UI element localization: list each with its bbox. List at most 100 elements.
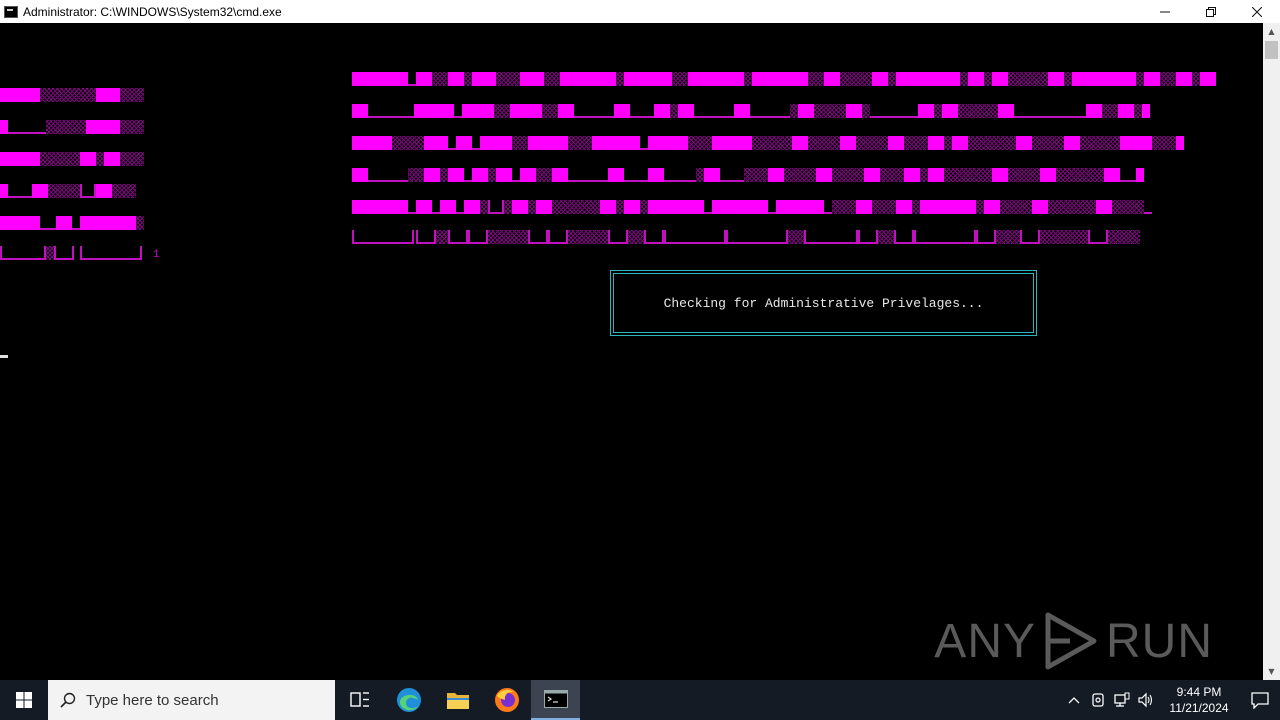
banner-shade bbox=[480, 200, 488, 214]
banner-block bbox=[352, 72, 408, 86]
banner-line bbox=[512, 168, 520, 182]
banner-shade bbox=[862, 104, 870, 118]
notification-center-button[interactable] bbox=[1240, 691, 1280, 709]
firefox-taskbar-button[interactable] bbox=[482, 680, 531, 720]
edge-taskbar-button[interactable] bbox=[384, 680, 433, 720]
banner-line bbox=[408, 200, 416, 214]
banner-block bbox=[712, 136, 752, 150]
banner-block bbox=[654, 104, 670, 118]
banner-line bbox=[80, 184, 96, 198]
cmd-taskbar-button[interactable] bbox=[531, 680, 580, 720]
banner-shade bbox=[1152, 136, 1176, 150]
banner-row bbox=[0, 215, 144, 231]
banner-line bbox=[704, 200, 712, 214]
banner-row bbox=[352, 167, 1144, 183]
banner-line bbox=[0, 246, 46, 260]
banner-shade bbox=[696, 168, 704, 182]
banner-line bbox=[472, 136, 480, 150]
banner-shade bbox=[1040, 230, 1088, 244]
banner-row bbox=[0, 245, 142, 261]
network-tray-button[interactable] bbox=[1110, 692, 1134, 708]
banner-block bbox=[888, 136, 904, 150]
banner-shade bbox=[464, 72, 472, 86]
banner-line bbox=[432, 200, 440, 214]
banner-line bbox=[40, 216, 56, 230]
banner-block bbox=[798, 104, 814, 118]
banner-shade bbox=[512, 136, 528, 150]
close-button[interactable] bbox=[1234, 0, 1280, 23]
banner-shade bbox=[968, 136, 1016, 150]
banner-number: 1 bbox=[153, 249, 160, 261]
banner-block bbox=[600, 200, 616, 214]
banner-shade bbox=[670, 104, 678, 118]
banner-block bbox=[648, 136, 688, 150]
volume-tray-button[interactable] bbox=[1134, 692, 1158, 708]
banner-block bbox=[614, 104, 630, 118]
banner-line bbox=[640, 136, 648, 150]
banner-block bbox=[678, 104, 694, 118]
banner-block bbox=[510, 104, 542, 118]
device-icon bbox=[1092, 693, 1104, 707]
banner-shade bbox=[494, 104, 510, 118]
banner-block bbox=[480, 136, 512, 150]
banner-block bbox=[552, 168, 568, 182]
banner-shade bbox=[542, 104, 558, 118]
banner-shade bbox=[984, 72, 992, 86]
taskbar: Type here to search 9:44 PM 11/21/2024 bbox=[0, 680, 1280, 720]
banner-line bbox=[870, 104, 918, 118]
banner-shade bbox=[1136, 72, 1144, 86]
banner-shade bbox=[1102, 104, 1118, 118]
banner-row bbox=[0, 87, 144, 103]
banner-block bbox=[1104, 168, 1120, 182]
banner-block bbox=[1176, 136, 1184, 150]
banner-block bbox=[846, 104, 862, 118]
banner-block bbox=[352, 136, 392, 150]
banner-shade bbox=[960, 72, 968, 86]
banner-block bbox=[792, 136, 808, 150]
scroll-down-button[interactable]: ▼ bbox=[1263, 663, 1280, 680]
banner-line bbox=[630, 104, 654, 118]
banner-line bbox=[464, 168, 472, 182]
banner-shade bbox=[112, 184, 136, 198]
banner-block bbox=[896, 200, 912, 214]
taskbar-clock[interactable]: 9:44 PM 11/21/2024 bbox=[1164, 684, 1234, 716]
scroll-up-button[interactable]: ▲ bbox=[1263, 23, 1280, 40]
file-explorer-taskbar-button[interactable] bbox=[433, 680, 482, 720]
banner-line bbox=[726, 230, 788, 244]
device-tray-button[interactable] bbox=[1086, 692, 1110, 708]
firefox-icon bbox=[494, 688, 519, 712]
status-message: Checking for Administrative Privelages..… bbox=[663, 295, 984, 311]
banner-line bbox=[574, 104, 614, 118]
start-button[interactable] bbox=[0, 680, 48, 720]
banner-shade bbox=[488, 230, 528, 244]
vertical-scrollbar[interactable]: ▲ ▼ bbox=[1263, 23, 1280, 680]
banner-shade bbox=[120, 88, 144, 102]
task-view-button[interactable] bbox=[335, 680, 384, 720]
banner-block bbox=[1176, 72, 1192, 86]
windows-start-icon bbox=[16, 692, 32, 708]
banner-block bbox=[624, 200, 640, 214]
banner-block bbox=[416, 72, 432, 86]
restore-button[interactable] bbox=[1188, 0, 1234, 23]
show-hidden-icons-button[interactable] bbox=[1062, 696, 1086, 704]
banner-line bbox=[352, 230, 414, 244]
banner-block bbox=[904, 168, 920, 182]
banner-line bbox=[568, 168, 608, 182]
banner-block bbox=[896, 72, 960, 86]
notification-icon bbox=[1251, 692, 1269, 709]
banner-line bbox=[664, 230, 726, 244]
banner-shade bbox=[788, 230, 804, 244]
banner-block bbox=[920, 200, 976, 214]
banner-block bbox=[472, 168, 488, 182]
banner-block bbox=[1200, 72, 1216, 86]
banner-shade bbox=[488, 168, 496, 182]
minimize-button[interactable] bbox=[1142, 0, 1188, 23]
banner-row bbox=[352, 71, 1216, 87]
banner-row bbox=[352, 103, 1150, 119]
scroll-thumb[interactable] bbox=[1265, 41, 1278, 59]
taskbar-search-box[interactable]: Type here to search bbox=[48, 680, 335, 720]
banner-shade bbox=[1112, 200, 1144, 214]
console-output[interactable]: 1 Checking for Administrative Privelages… bbox=[0, 23, 1263, 680]
banner-block bbox=[462, 104, 494, 118]
banner-shade bbox=[46, 246, 54, 260]
